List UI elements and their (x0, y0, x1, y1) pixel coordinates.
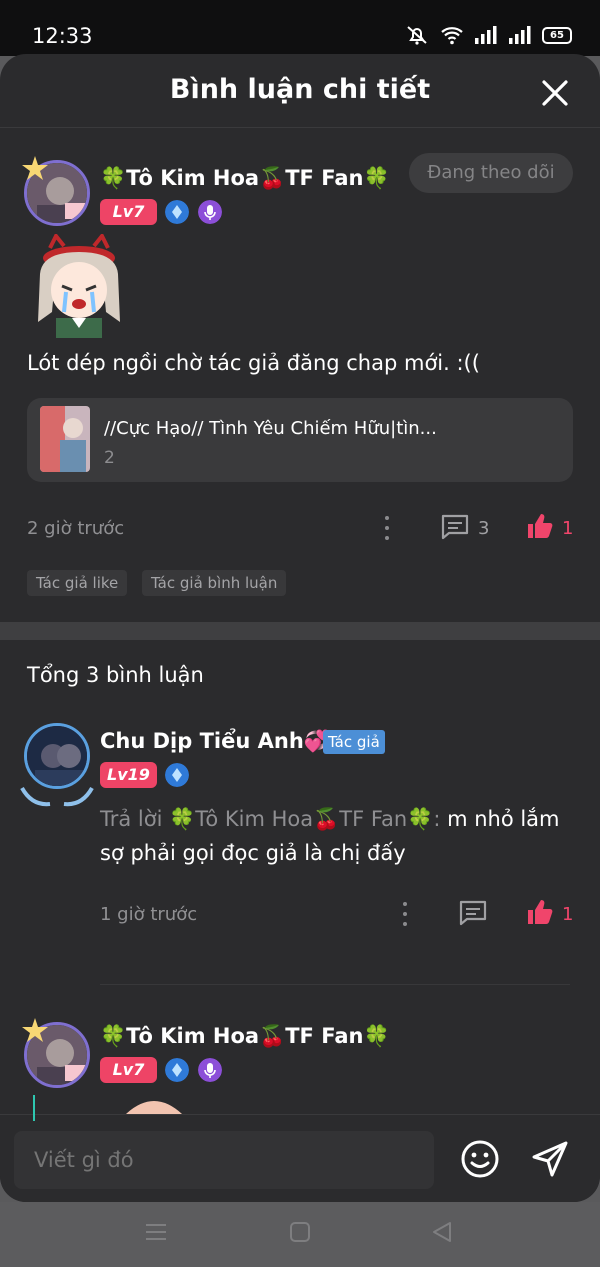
star-icon (22, 1018, 48, 1042)
comment-detail-sheet: Bình luận chi tiết 🍀Tô Kim Hoa🍒TF Fan🍀 L… (0, 54, 600, 1202)
author-commented-tag: Tác giả bình luận (142, 570, 287, 596)
comment-icon[interactable] (458, 899, 488, 927)
comment-count: 3 (478, 518, 490, 539)
mute-bell-icon (407, 26, 427, 45)
avatar[interactable] (24, 723, 90, 789)
close-icon[interactable] (540, 78, 570, 108)
level-badge: Lv7 (100, 1057, 157, 1083)
menu-icon[interactable] (144, 1220, 168, 1244)
story-title: //Cực Hạo// Tình Yêu Chiếm Hữu|tìn... (104, 418, 437, 439)
section-divider (0, 622, 600, 640)
story-thumbnail (40, 406, 90, 472)
comment-username[interactable]: 🍀Tô Kim Hoa🍒TF Fan🍀 (100, 166, 390, 191)
system-navigation-bar (0, 1202, 600, 1267)
like-icon[interactable] (526, 512, 554, 540)
comment-input[interactable] (14, 1131, 434, 1189)
status-icons: 65 (404, 24, 572, 46)
diamond-badge-icon (165, 1058, 189, 1082)
story-card[interactable]: //Cực Hạo// Tình Yêu Chiếm Hữu|tìn... 2 (27, 398, 573, 482)
like-count: 1 (562, 904, 574, 925)
like-count: 1 (562, 518, 574, 539)
like-icon[interactable] (526, 898, 554, 926)
reply-username[interactable]: Chu Dịp Tiểu Anh💞 (100, 729, 330, 754)
status-time: 12:33 (32, 24, 93, 48)
wifi-icon (441, 27, 463, 45)
emoji-icon[interactable] (460, 1139, 500, 1179)
status-bar: 12:33 65 (0, 0, 600, 56)
comment-text: Lót dép ngồi chờ tác giả đăng chap mới. … (27, 351, 480, 375)
comment-icon[interactable] (440, 513, 470, 541)
following-button[interactable]: Đang theo dõi (409, 153, 573, 193)
author-liked-tag: Tác giả like (27, 570, 128, 596)
page-title: Bình luận chi tiết (169, 74, 431, 105)
more-options-icon[interactable] (384, 516, 390, 540)
reply-text: Trả lời 🍀Tô Kim Hoa🍒TF Fan🍀: m nhỏ lắm s… (100, 802, 580, 870)
reply-divider (100, 984, 570, 985)
author-tag: Tác giả (323, 730, 385, 754)
story-chapter: 2 (104, 448, 115, 468)
signal-icon (509, 26, 531, 44)
level-badge: Lv7 (100, 199, 157, 225)
send-icon[interactable] (530, 1139, 570, 1179)
level-badge: Lv19 (100, 762, 157, 788)
star-icon (22, 156, 48, 180)
diamond-badge-icon (165, 763, 189, 787)
sheet-header: Bình luận chi tiết (0, 54, 600, 128)
comment-time: 2 giờ trước (27, 518, 125, 539)
wings-frame-icon (20, 786, 94, 807)
reply-prefix[interactable]: Trả lời 🍀Tô Kim Hoa🍒TF Fan🍀: (100, 807, 440, 831)
text-cursor (33, 1095, 35, 1121)
total-comments-label: Tổng 3 bình luận (27, 663, 204, 687)
microphone-badge-icon (198, 1058, 222, 1082)
reply-username[interactable]: 🍀Tô Kim Hoa🍒TF Fan🍀 (100, 1024, 390, 1049)
back-icon[interactable] (430, 1220, 454, 1244)
microphone-badge-icon (198, 200, 222, 224)
crying-girl-sticker-icon (38, 234, 120, 338)
battery-indicator: 65 (542, 26, 572, 44)
reply-time: 1 giờ trước (100, 904, 198, 925)
home-icon[interactable] (288, 1220, 312, 1244)
more-options-icon[interactable] (402, 902, 408, 926)
sticker-partial-icon (126, 1101, 182, 1114)
diamond-badge-icon (165, 200, 189, 224)
signal-icon (475, 26, 497, 44)
comment-input-bar (0, 1114, 600, 1202)
